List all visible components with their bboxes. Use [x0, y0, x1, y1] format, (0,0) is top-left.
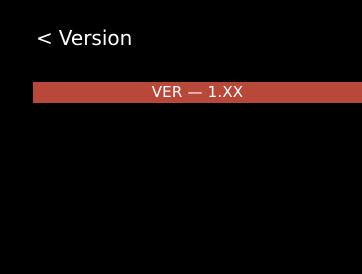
version-label: VER	[151, 83, 183, 101]
page-title: Version	[58, 26, 133, 50]
back-arrow-icon: <	[36, 26, 53, 50]
version-value: 1.XX	[207, 83, 244, 101]
version-text: VER — 1.XX	[152, 82, 244, 103]
version-screen: < Version VER — 1.XX	[0, 0, 362, 274]
version-separator: —	[187, 83, 203, 101]
back-button[interactable]: < Version	[36, 24, 132, 52]
version-row: VER — 1.XX	[33, 82, 362, 103]
